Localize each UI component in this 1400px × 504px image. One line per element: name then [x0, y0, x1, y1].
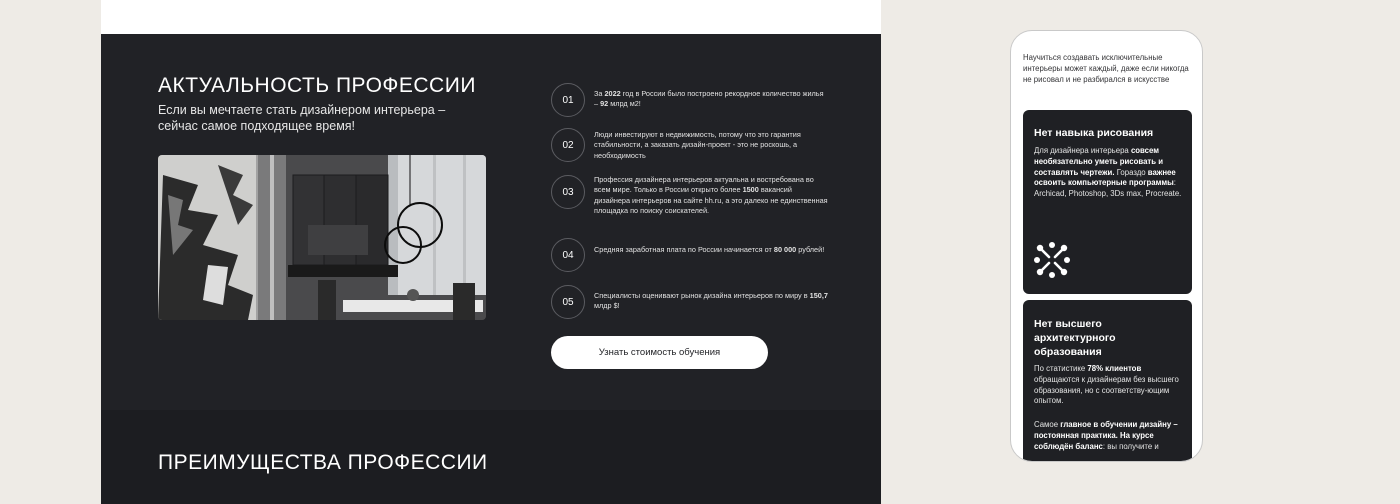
desktop-landing-frame: АКТУАЛЬНОСТЬ ПРОФЕССИИ Если вы мечтаете … — [101, 0, 881, 504]
card-text: Для дизайнера интерьера совсем необязате… — [1034, 146, 1182, 199]
fact-text: Люди инвестируют в недвижимость, потому … — [594, 130, 801, 160]
fact-text: Средняя заработная плата по России начин… — [594, 245, 825, 254]
fact-number-badge: 03 — [551, 175, 585, 209]
previous-section-strip — [101, 0, 881, 34]
fact-number-badge: 02 — [551, 128, 585, 162]
mobile-intro-text: Научиться создавать исключительные интер… — [1023, 53, 1189, 84]
card-text: По статистике 78% клиентов обращаются к … — [1034, 364, 1179, 406]
advantages-title: ПРЕИМУЩЕСТВА ПРОФЕССИИ — [158, 451, 488, 474]
card-title: Нет высшего архитектурного образования — [1034, 318, 1116, 358]
fact-text: За 2022 год в России было построено реко… — [594, 89, 824, 109]
fact-number-badge: 01 — [551, 83, 585, 117]
no-architecture-degree-card: Нет высшего архитектурного образования П… — [1023, 300, 1192, 461]
card-text-continued: Самое главное в обучении дизайну – посто… — [1034, 420, 1178, 451]
mobile-preview-frame: Научиться создавать исключительные интер… — [1010, 30, 1203, 462]
card-title: Нет навыка рисования — [1034, 127, 1154, 139]
plugin-icon — [1034, 242, 1070, 278]
fact-text: Специалисты оценивают рынок дизайна инте… — [594, 291, 828, 311]
interior-photo — [158, 155, 486, 320]
fact-text: Профессия дизайнера интерьеров актуальна… — [594, 175, 828, 216]
fact-number-badge: 04 — [551, 238, 585, 272]
relevance-subtitle: Если вы мечтаете стать дизайнером интерь… — [158, 103, 446, 133]
relevance-title: АКТУАЛЬНОСТЬ ПРОФЕССИИ — [158, 74, 476, 97]
fact-number-badge: 05 — [551, 285, 585, 319]
no-drawing-skill-card: Нет навыка рисования Для дизайнера интер… — [1023, 110, 1192, 294]
learn-price-button[interactable]: Узнать стоимость обучения — [551, 336, 768, 369]
